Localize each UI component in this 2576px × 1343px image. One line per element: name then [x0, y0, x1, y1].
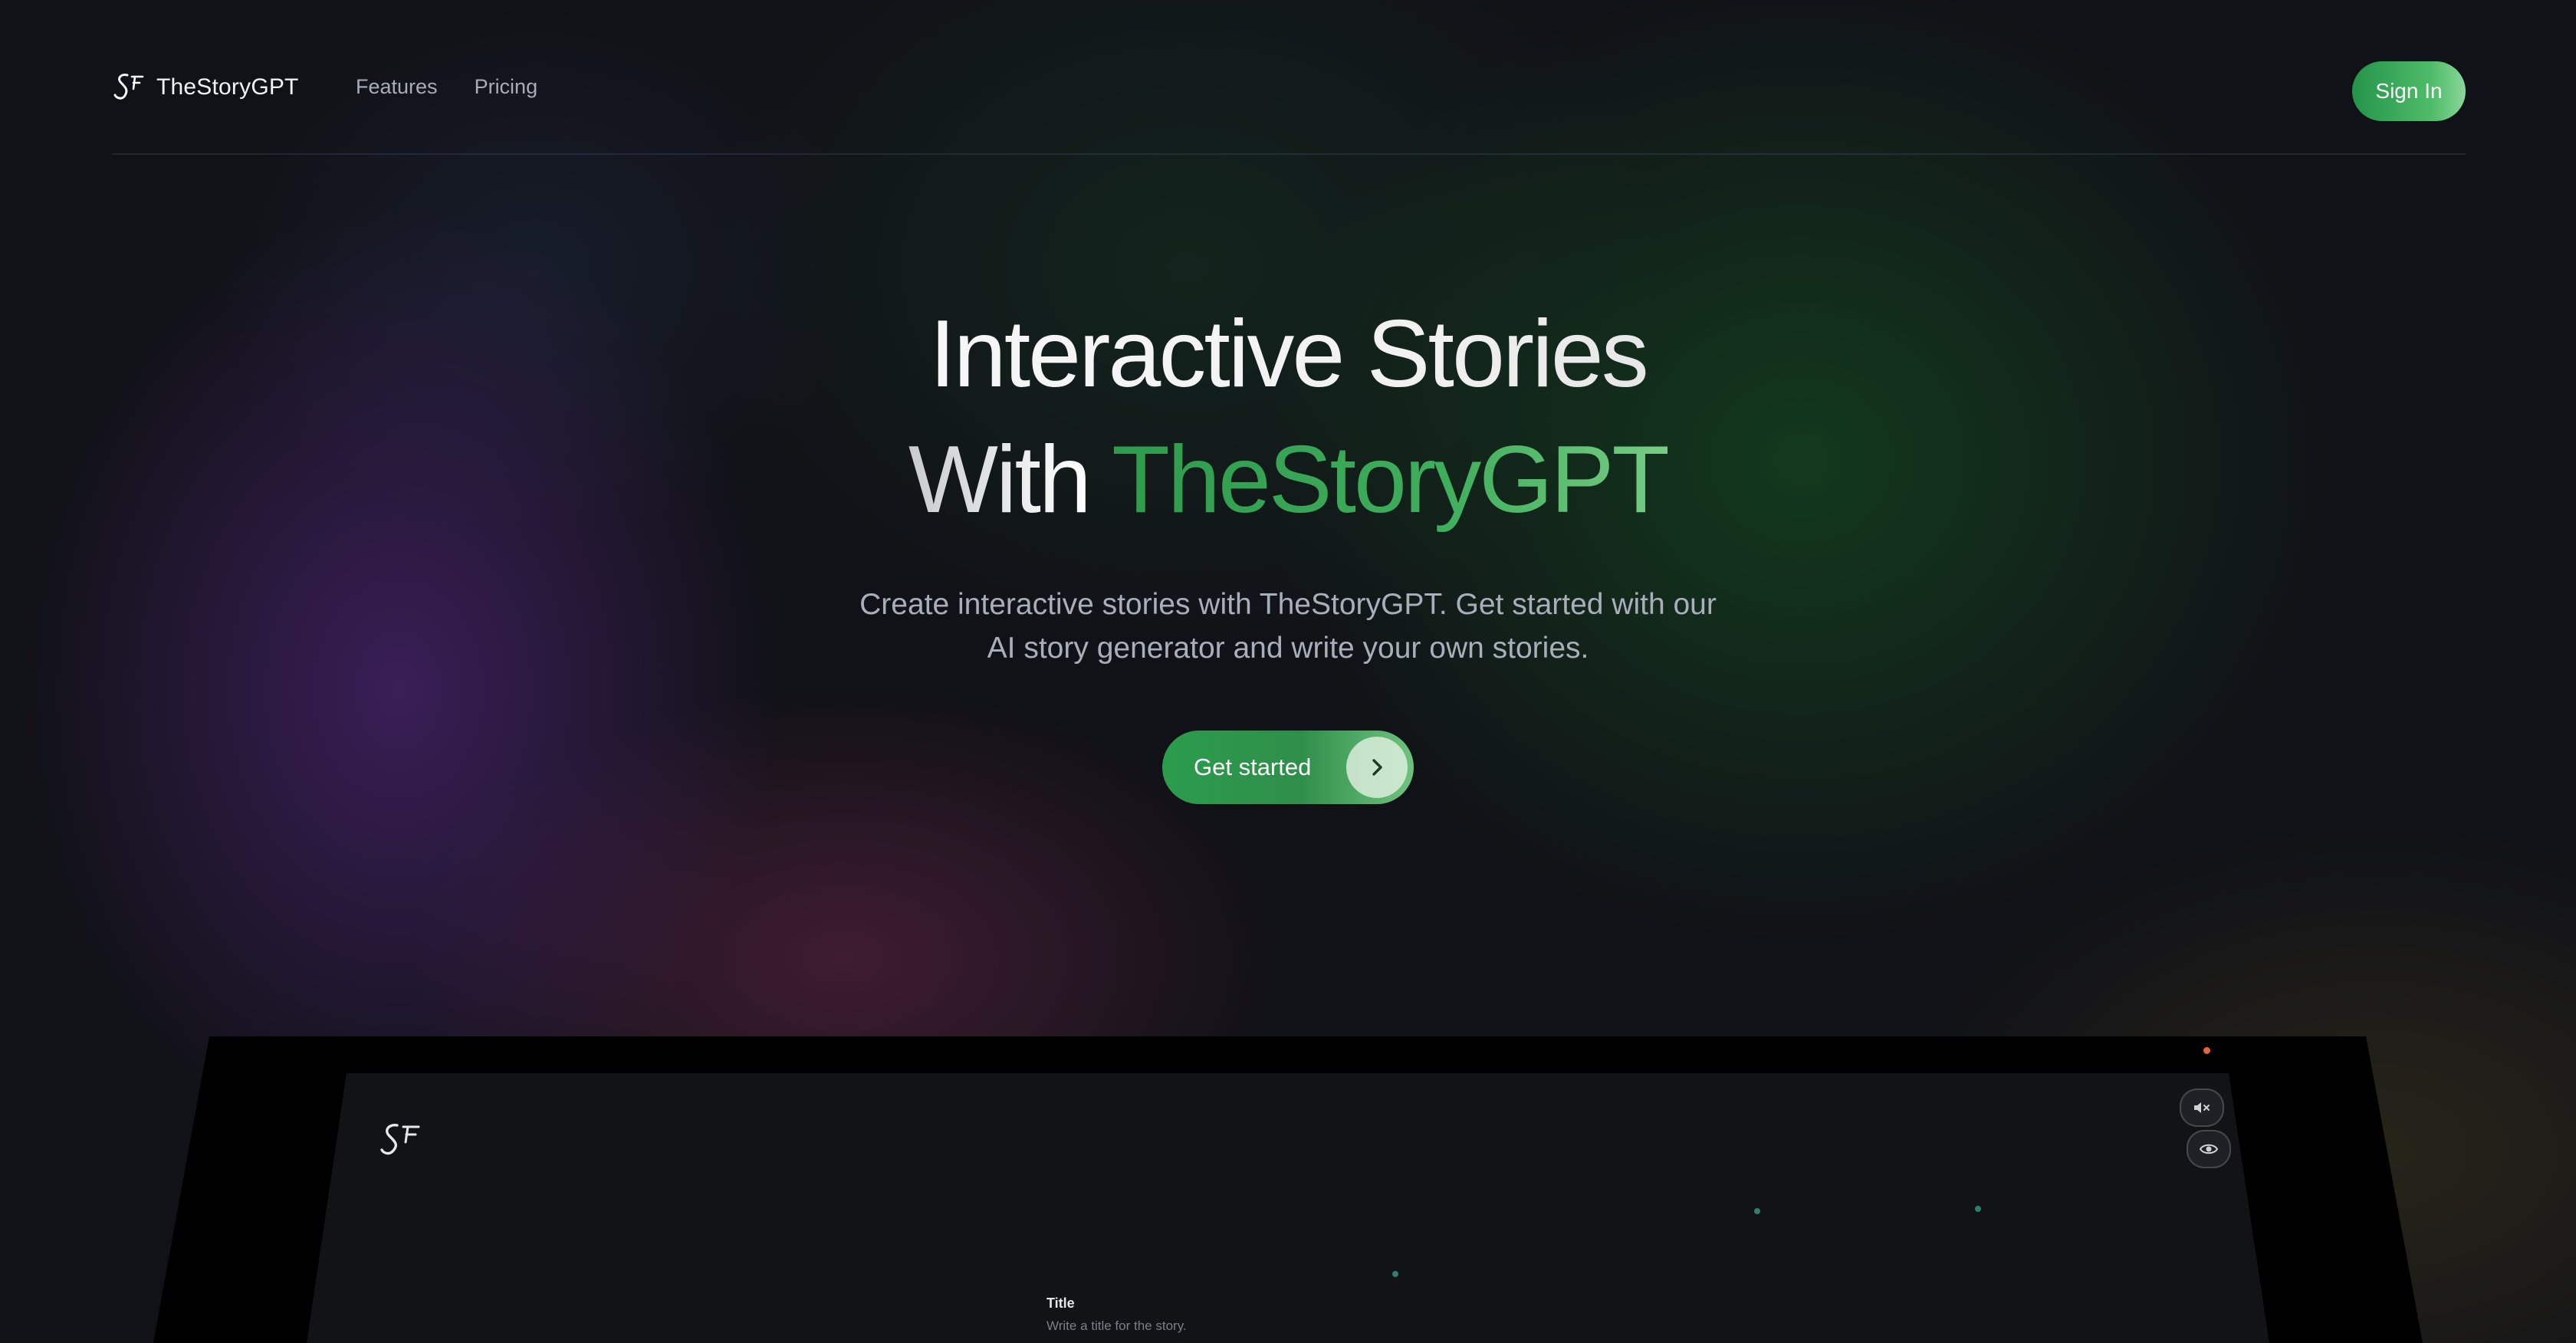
particle-dot: [1754, 1208, 1760, 1214]
get-started-label: Get started: [1194, 754, 1312, 780]
hero-title-line1: Interactive Stories: [0, 291, 2576, 417]
preview-frame: [153, 1036, 2423, 1343]
brand-name: TheStoryGPT: [156, 74, 299, 100]
main-nav: Features Pricing: [356, 75, 537, 99]
brand-logo[interactable]: TheStoryGPT: [112, 71, 299, 104]
particle-dot: [1975, 1206, 1981, 1212]
preview-logo-icon: [380, 1124, 420, 1155]
logo-icon: [113, 74, 144, 100]
visibility-toggle-button[interactable]: [2187, 1130, 2231, 1168]
hero-subtitle: Create interactive stories with TheStory…: [828, 583, 1748, 670]
mute-toggle-button[interactable]: [2180, 1089, 2224, 1127]
particle-dot: [1392, 1271, 1398, 1277]
preview-title-label: Title: [1046, 1295, 1075, 1311]
get-started-button[interactable]: Get started: [1162, 731, 1414, 804]
nav-link-pricing[interactable]: Pricing: [475, 75, 538, 99]
preview-title-placeholder: Write a title for the story.: [1046, 1318, 1187, 1333]
hero-title-brand: TheStoryGPT: [1112, 427, 1670, 533]
sign-in-button[interactable]: Sign In: [2352, 61, 2466, 121]
chevron-right-icon: [1346, 737, 1408, 798]
hero-title-prefix: With: [908, 427, 1092, 533]
hero-subtitle-line2: AI story generator and write your own st…: [987, 632, 1589, 665]
speaker-muted-icon: [2194, 1102, 2210, 1113]
hero-subtitle-line1: Create interactive stories with TheStory…: [859, 588, 1717, 621]
hero-section: Interactive Stories With TheStoryGPT Cre…: [0, 291, 2576, 670]
site-header: TheStoryGPT Features Pricing Sign In: [112, 54, 2466, 155]
hero-title-line2: With TheStoryGPT: [0, 417, 2576, 543]
eye-icon: [2199, 1144, 2219, 1154]
nav-link-features[interactable]: Features: [356, 75, 438, 99]
status-dot: [2203, 1047, 2210, 1054]
app-preview: Title Write a title for the story.: [0, 1036, 2576, 1343]
